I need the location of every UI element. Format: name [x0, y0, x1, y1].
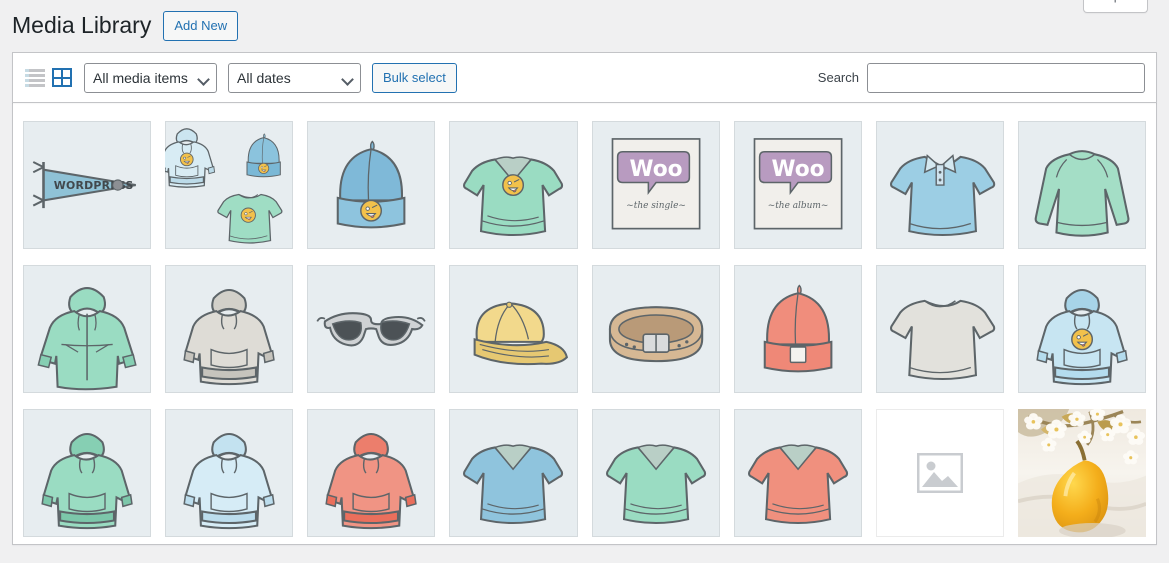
media-thumbnail-placeholder-image — [875, 409, 1004, 538]
media-item[interactable]: WORDPRESS — [23, 121, 152, 250]
media-item[interactable] — [591, 265, 720, 394]
media-thumbnail-tshirt-v-blue — [449, 409, 578, 538]
media-item[interactable] — [875, 265, 1004, 394]
svg-text:~the album~: ~the album~ — [767, 201, 828, 211]
media-thumbnail-tshirt-grey — [875, 265, 1004, 394]
media-type-filter-wrapper: All media items — [84, 62, 217, 93]
media-item[interactable] — [449, 121, 578, 250]
media-type-filter[interactable]: All media items — [84, 62, 217, 93]
help-button-label: Help — [1094, 0, 1121, 7]
media-toolbar: All media items All dates Bulk select Se… — [12, 52, 1157, 103]
view-mode-switch — [24, 67, 73, 89]
media-item[interactable] — [449, 409, 578, 538]
media-item[interactable] — [591, 409, 720, 538]
media-thumbnail-woo-single-album-cover: Woo ~the single~ — [591, 121, 720, 250]
media-item[interactable] — [307, 409, 436, 538]
media-item[interactable] — [165, 409, 294, 538]
media-thumbnail-beanie-red — [733, 265, 862, 394]
media-thumbnail-pennant-wordpress: WORDPRESS — [23, 121, 152, 250]
media-item[interactable]: Woo ~the single~ — [591, 121, 720, 250]
list-view-icon — [25, 68, 45, 87]
page-header: Media Library Add New — [0, 0, 1169, 44]
media-item[interactable] — [1017, 265, 1146, 394]
media-item[interactable] — [165, 121, 294, 250]
svg-text:Woo: Woo — [629, 157, 682, 182]
media-thumbnail-cap-yellow — [449, 265, 578, 394]
media-thumbnail-sunglasses — [307, 265, 436, 394]
media-item[interactable] — [733, 409, 862, 538]
media-thumbnail-hoodie-green — [23, 409, 152, 538]
media-item[interactable] — [875, 409, 1004, 538]
media-thumbnail-tshirt-v-green — [449, 121, 578, 250]
media-item[interactable] — [875, 121, 1004, 250]
media-item[interactable] — [449, 265, 578, 394]
page-title: Media Library — [12, 12, 152, 39]
add-new-button[interactable]: Add New — [163, 11, 239, 41]
media-item[interactable] — [307, 121, 436, 250]
svg-text:Woo: Woo — [771, 157, 824, 182]
media-thumbnail-woo-album-cover: Woo ~the album~ — [733, 121, 862, 250]
media-item[interactable]: Woo ~the album~ — [733, 121, 862, 250]
help-tab-wrapper: Help — [1083, 0, 1148, 13]
media-thumbnail-hoodie-zip-green — [23, 265, 152, 394]
media-thumbnail-beanie-blue — [307, 121, 436, 250]
media-thumbnail-long-sleeve-green — [1017, 121, 1146, 250]
search-input[interactable] — [867, 62, 1145, 93]
bulk-select-button[interactable]: Bulk select — [372, 62, 457, 93]
media-thumbnail-tshirt-v-mint — [591, 409, 720, 538]
toolbar-right-group: Search — [817, 62, 1145, 93]
date-filter-wrapper: All dates — [228, 62, 361, 93]
media-thumbnail-hoodie-logo-blue — [1017, 265, 1146, 394]
date-filter[interactable]: All dates — [228, 62, 361, 93]
media-thumbnail-polo-blue — [875, 121, 1004, 250]
media-grid-frame: WORDPRESS Woo ~the single~ Woo ~the album~ — [12, 103, 1157, 545]
grid-view-icon — [52, 68, 72, 87]
media-thumbnail-hoodie-blue — [165, 409, 294, 538]
media-thumbnail-hoodie-red — [307, 409, 436, 538]
attachments-grid: WORDPRESS Woo ~the single~ Woo ~the album~ — [23, 111, 1146, 538]
media-item[interactable] — [733, 265, 862, 394]
media-item[interactable] — [23, 409, 152, 538]
media-item[interactable] — [1017, 409, 1146, 538]
media-thumbnail-pear-blossom-photo — [1017, 409, 1146, 538]
list-view-button[interactable] — [24, 67, 46, 89]
media-item[interactable] — [1017, 121, 1146, 250]
search-label: Search — [817, 70, 859, 85]
media-thumbnail-belt-tan — [591, 265, 720, 394]
toolbar-left-group: All media items All dates Bulk select — [24, 62, 457, 93]
media-item[interactable] — [165, 265, 294, 394]
media-thumbnail-apparel-group — [165, 121, 294, 250]
media-thumbnail-tshirt-v-red — [733, 409, 862, 538]
media-thumbnail-hoodie-grey — [165, 265, 294, 394]
media-item[interactable] — [307, 265, 436, 394]
help-button[interactable]: Help — [1083, 0, 1148, 13]
svg-text:~the single~: ~the single~ — [626, 201, 686, 211]
grid-view-button[interactable] — [51, 67, 73, 89]
media-item[interactable] — [23, 265, 152, 394]
